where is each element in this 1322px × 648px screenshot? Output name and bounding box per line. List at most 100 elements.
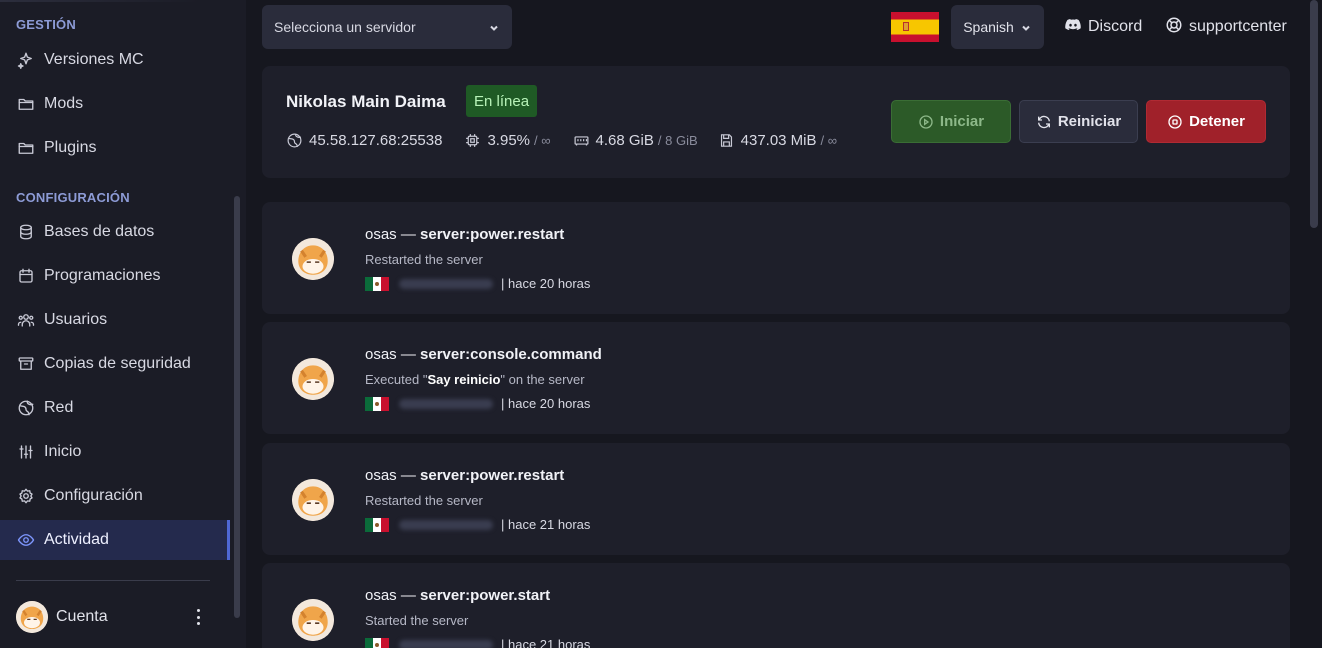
sidebar-item-mc-versions[interactable]: Versiones MC: [0, 40, 230, 80]
sidebar-scrollbar[interactable]: [234, 196, 240, 618]
language-select[interactable]: Spanish: [951, 5, 1044, 49]
activity-title: osas — server:power.restart: [365, 467, 564, 484]
stop-button[interactable]: Detener: [1146, 100, 1266, 143]
desc-pre: Restarted the server: [365, 252, 483, 267]
activity-meta: | hace 20 horas: [365, 276, 590, 291]
stat-cpu: 3.95% / ∞: [464, 132, 551, 149]
memory-limit: / 8 GiB: [657, 133, 698, 148]
sidebar-item-label: Usuarios: [44, 311, 108, 328]
disk-limit: / ∞: [820, 133, 838, 148]
activity-separator: —: [400, 467, 416, 484]
mexico-flag-icon: [365, 276, 389, 291]
restart-button[interactable]: Reiniciar: [1019, 100, 1138, 143]
ip-address-blurred: [399, 278, 493, 289]
sidebar-item-label: Configuración: [44, 487, 143, 504]
play-circle-icon: [919, 114, 933, 129]
memory-value: 4.68 GiB: [595, 132, 654, 149]
gear-icon: [16, 486, 36, 506]
activity-description: Restarted the server: [365, 493, 483, 508]
sidebar-item-activity[interactable]: Actividad: [0, 520, 230, 560]
refresh-icon: [1037, 115, 1050, 128]
discord-link[interactable]: Discord: [1064, 14, 1142, 40]
users-icon: [16, 310, 36, 330]
desc-pre: Restarted the server: [365, 493, 483, 508]
mexico-flag-icon: [365, 517, 389, 532]
calendar-icon: [16, 266, 36, 286]
start-button[interactable]: Iniciar: [891, 100, 1011, 143]
support-link[interactable]: supportcenter: [1165, 14, 1287, 40]
activity-time: | hace 21 horas: [501, 517, 591, 532]
desc-post: " on the server: [500, 372, 585, 387]
desc-bold: Say reinicio: [427, 372, 501, 387]
avatar: [292, 479, 334, 521]
sidebar-item-schedules[interactable]: Programaciones: [0, 256, 230, 296]
account-menu[interactable]: Cuenta: [16, 600, 206, 634]
sidebar-item-mods[interactable]: Mods: [0, 84, 230, 124]
sidebar-item-settings[interactable]: Configuración: [0, 476, 230, 516]
activity-title: osas — server:power.restart: [365, 226, 564, 243]
spain-flag-icon[interactable]: [891, 12, 939, 42]
language-value: Spanish: [963, 19, 1014, 35]
stat-address: 45.58.127.68:25538: [286, 132, 442, 149]
activity-time: | hace 21 horas: [501, 637, 591, 648]
server-select-placeholder: Selecciona un servidor: [274, 19, 416, 35]
sidebar-top-line: [0, 0, 200, 2]
mexico-flag-icon: [365, 637, 389, 648]
activity-user: osas: [365, 346, 397, 363]
stat-memory: 4.68 GiB / 8 GiB: [573, 132, 698, 149]
activity-user: osas: [365, 226, 397, 243]
sidebar-item-label: Copias de seguridad: [44, 355, 191, 372]
activity-event: server:console.command: [420, 346, 602, 363]
avatar: [292, 358, 334, 400]
sidebar-item-backups[interactable]: Copias de seguridad: [0, 344, 230, 384]
sidebar-item-startup[interactable]: Inicio: [0, 432, 230, 472]
ip-address-blurred: [399, 519, 493, 530]
discord-label: Discord: [1088, 18, 1143, 35]
mexico-flag-icon: [365, 396, 389, 411]
sidebar-item-network[interactable]: Red: [0, 388, 230, 428]
activity-user: osas: [365, 587, 397, 604]
eye-icon: [16, 530, 36, 550]
lifebuoy-icon: [1165, 16, 1183, 39]
main-scrollbar[interactable]: [1310, 0, 1318, 228]
ip-address-blurred: [399, 639, 493, 648]
sidebar-item-databases[interactable]: Bases de datos: [0, 212, 230, 252]
sidebar-item-users[interactable]: Usuarios: [0, 300, 230, 340]
desc-pre: Started the server: [365, 613, 469, 628]
folder-icon: [16, 94, 36, 114]
more-vertical-icon[interactable]: [190, 607, 206, 627]
activity-item[interactable]: osas — server:power.restart Restarted th…: [262, 202, 1290, 314]
activity-time: | hace 20 horas: [501, 276, 591, 291]
server-card: Nikolas Main Daima En línea 45.58.127.68…: [262, 66, 1290, 178]
sidebar-item-label: Inicio: [44, 443, 82, 460]
avatar: [16, 601, 48, 633]
activity-separator: —: [400, 346, 416, 363]
activity-item[interactable]: osas — server:console.command Executed "…: [262, 322, 1290, 434]
ip-address-blurred: [399, 398, 493, 409]
sidebar: GESTIÓN Versiones MC Mods Plugins CONFIG…: [0, 0, 246, 648]
sidebar-item-label: Mods: [44, 95, 84, 112]
server-select[interactable]: Selecciona un servidor: [262, 5, 512, 49]
activity-meta: | hace 20 horas: [365, 396, 590, 411]
sidebar-item-label: Bases de datos: [44, 223, 155, 240]
activity-separator: —: [400, 226, 416, 243]
chevron-down-icon: [488, 21, 500, 33]
desc-pre: Executed ": [365, 372, 428, 387]
activity-item[interactable]: osas — server:power.restart Restarted th…: [262, 443, 1290, 555]
activity-time: | hace 20 horas: [501, 396, 591, 411]
sidebar-item-label: Versiones MC: [44, 51, 144, 68]
activity-item[interactable]: osas — server:power.start Started the se…: [262, 563, 1290, 648]
activity-description: Executed "Say reinicio" on the server: [365, 372, 585, 387]
address-value[interactable]: 45.58.127.68:25538: [309, 132, 442, 149]
restart-label: Reiniciar: [1057, 113, 1122, 130]
sidebar-item-label: Red: [44, 399, 74, 416]
sidebar-item-label: Actividad: [44, 531, 109, 548]
sidebar-item-label: Programaciones: [44, 267, 161, 284]
status-badge: En línea: [466, 85, 538, 117]
activity-meta: | hace 21 horas: [365, 637, 590, 648]
globe-icon: [287, 133, 302, 148]
cpu-value: 3.95%: [487, 132, 531, 149]
sidebar-item-plugins[interactable]: Plugins: [0, 128, 230, 168]
disk-value: 437.03 MiB: [740, 132, 817, 149]
chevron-down-icon: [1020, 21, 1032, 33]
